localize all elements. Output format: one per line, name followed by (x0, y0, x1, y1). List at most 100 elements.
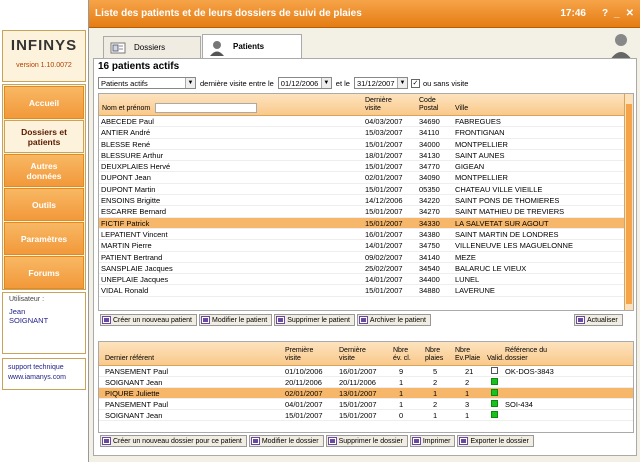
cell-city: BALARUC LE VIEUX (455, 263, 527, 273)
help-icon[interactable]: ? (602, 8, 608, 19)
cell-name: PATIENT Bertrand (101, 252, 163, 262)
cell-name: SANSPLAIE Jacques (101, 263, 173, 273)
table-row[interactable]: DEUXPLAIES Hervé 15/01/2007 34770 GIGEAN (99, 161, 633, 173)
delete-patient-button[interactable]: Supprimer le patient (274, 314, 355, 326)
website-link[interactable]: www.iamanys.com (8, 373, 80, 383)
tab-dossiers[interactable]: Dossiers (103, 36, 201, 58)
chevron-down-icon: ▼ (396, 78, 407, 88)
col-first-visit[interactable]: Première visite (285, 347, 321, 363)
edit-patient-button[interactable]: Modifier le patient (199, 314, 273, 326)
cell-date: 04/03/2007 (365, 117, 403, 126)
table-row[interactable]: BLESSURE Arthur 18/01/2007 34130 SAINT AUNE… (99, 150, 633, 162)
nav-dossiers-patients[interactable]: Dossiers et patients (4, 120, 84, 153)
table-row[interactable]: DUPONT Jean 02/01/2007 34090 MONTPELLIER (99, 172, 633, 184)
cell-name: MARTIN Pierre (101, 241, 152, 251)
table-row[interactable]: SOIGNANT Jean 15/01/2007 15/01/2007 0 1 1 (99, 410, 633, 421)
table-row[interactable]: DUPONT Martin 15/01/2007 05350 CHATEAU VILL… (99, 184, 633, 196)
cell-name: ABECEDE Paul (101, 117, 154, 126)
close-icon[interactable]: ✕ (626, 8, 634, 19)
cell-last: 15/01/2007 (339, 400, 377, 409)
cell-pl: 1 (433, 389, 438, 398)
table-row[interactable]: BLESSE René 15/01/2007 34000 MONTPELLIER (99, 139, 633, 150)
archive-patient-button[interactable]: Archiver le patient (356, 314, 431, 326)
refresh-button[interactable]: Actualiser (574, 314, 623, 326)
table-row[interactable]: FICTIF Patrick 15/01/2007 34330 LA SALVETAT… (99, 217, 633, 229)
nav-forums[interactable]: Forums (4, 256, 84, 289)
edit-dossier-button[interactable]: Modifier le dossier (248, 435, 324, 447)
print-button[interactable]: Imprimer (409, 435, 456, 447)
create-icon (102, 437, 111, 445)
cell-referent: PANSEMENT Paul (105, 367, 169, 376)
create-dossier-button[interactable]: Créer un nouveau dossier pour ce patient (100, 435, 247, 447)
delete-patient-label: Supprimer le patient (287, 316, 350, 324)
table-row[interactable]: SOIGNANT Jean 20/11/2006 20/11/2006 1 2 2 (99, 377, 633, 388)
scrollbar-thumb[interactable] (626, 104, 632, 304)
name-search-input[interactable] (155, 103, 257, 113)
user-label: Utilisateur : (9, 296, 45, 303)
cell-cp: 34220 (419, 196, 440, 206)
date-from-value: 01/12/2006 (280, 78, 319, 88)
no-visit-checkbox[interactable]: ✓ (410, 78, 420, 88)
nav-parametres[interactable]: Paramètres (4, 222, 84, 255)
table-row[interactable]: ANTIER André 15/03/2007 34110 FRONTIGNAN (99, 127, 633, 139)
table-row[interactable]: ENSOINS Brigitte 14/12/2006 34220 SAINT PON… (99, 195, 633, 207)
date-to-select[interactable]: 31/12/2007 ▼ (353, 77, 408, 89)
support-link[interactable]: support technique (8, 363, 80, 373)
patient-actions: Créer un nouveau patient Modifier le pat… (100, 314, 433, 326)
patients-panel: 16 patients actifs Patients actifs ▼ dern… (93, 58, 637, 456)
export-button[interactable]: Exporter le dossier (457, 435, 534, 447)
cell-last: 15/01/2007 (339, 411, 377, 420)
col-referent[interactable]: Dernier référent (105, 355, 154, 363)
delete-dossier-button[interactable]: Supprimer le dossier (325, 435, 408, 447)
table-row[interactable]: VIDAL Ronald 15/01/2007 34880 LAVERUNE (99, 285, 633, 297)
cell-city: SAINT MATHIEU DE TREVIERS (455, 207, 565, 217)
cell-date: 14/12/2006 (365, 196, 403, 206)
table-row[interactable]: PATIENT Bertrand 09/02/2007 34140 MEZE (99, 252, 633, 263)
delete-icon (327, 437, 337, 445)
print-icon (411, 437, 421, 445)
col-city[interactable]: Ville (455, 105, 468, 113)
col-ev[interactable]: Nbre év. cl. (393, 347, 417, 363)
filter-bar: Patients actifs ▼ dernière visite entre l… (98, 77, 468, 89)
create-patient-button[interactable]: Créer un nouveau patient (100, 314, 197, 326)
tab-patients[interactable]: Patients (202, 34, 302, 58)
table-row[interactable]: UNEPLAIE Jacques 14/01/2007 34400 LUNEL (99, 274, 633, 286)
table-row[interactable]: PIQURE Juliette 02/01/2007 13/01/2007 1 1 1 (99, 388, 633, 399)
clock: 17:46 (560, 8, 586, 19)
cell-date: 18/01/2007 (365, 150, 403, 160)
cell-referent: PIQURE Juliette (105, 389, 160, 398)
cell-cp: 34090 (419, 173, 440, 183)
support-box: support technique www.iamanys.com (2, 358, 86, 390)
col-name[interactable]: Nom et prénom (102, 105, 150, 113)
status-select[interactable]: Patients actifs ▼ (98, 77, 196, 89)
table-row[interactable]: ABECEDE Paul 04/03/2007 34690 FABREGUES (99, 116, 633, 128)
col-last-visit-d[interactable]: Dernière visite (339, 347, 375, 363)
table-row[interactable]: ESCARRE Bernard 15/01/2007 34270 SAINT MATH… (99, 206, 633, 218)
table-row[interactable]: SANSPLAIE Jacques 25/02/2007 34540 BALARUC … (99, 263, 633, 275)
table-row[interactable]: PANSEMENT Paul 01/10/2006 16/01/2007 9 5 21 OK… (99, 366, 633, 377)
brand-name: INFINYS (10, 37, 78, 54)
chevron-down-icon: ▼ (320, 78, 331, 88)
minimize-icon[interactable]: _ (614, 8, 620, 19)
scrollbar[interactable] (624, 94, 633, 310)
cell-city: GIGEAN (455, 162, 485, 172)
nav-menu: Accueil Dossiers et patients Autres donn… (2, 84, 86, 290)
table-row[interactable]: PANSEMENT Paul 04/01/2007 15/01/2007 1 2 3 SOI… (99, 399, 633, 410)
table-row[interactable]: MARTIN Pierre 14/01/2007 34750 VILLENEUVE L… (99, 240, 633, 252)
user-box: Utilisateur : Jean SOIGNANT (2, 292, 86, 354)
nav-accueil[interactable]: Accueil (4, 86, 84, 119)
table-row[interactable]: LEPATIENT Vincent 16/01/2007 34380 SAINT MA… (99, 229, 633, 241)
col-postal-code[interactable]: Code Postal (419, 97, 449, 113)
col-valid[interactable]: Valid. (487, 355, 504, 363)
nav-autres-donnees[interactable]: Autres données (4, 154, 84, 187)
date-from-select[interactable]: 01/12/2006 ▼ (277, 77, 332, 89)
cell-first: 04/01/2007 (285, 400, 323, 409)
cell-name: DUPONT Jean (101, 173, 151, 183)
chevron-down-icon: ▼ (185, 78, 195, 88)
col-plaies[interactable]: Nbre plaies (425, 347, 449, 363)
cell-name: LEPATIENT Vincent (101, 229, 168, 239)
col-last-visit[interactable]: Dernière visite (365, 97, 401, 113)
col-ref[interactable]: Référence du dossier (505, 347, 561, 363)
col-evp[interactable]: Nbre Ev.Plaie (455, 347, 483, 363)
nav-outils[interactable]: Outils (4, 188, 84, 221)
